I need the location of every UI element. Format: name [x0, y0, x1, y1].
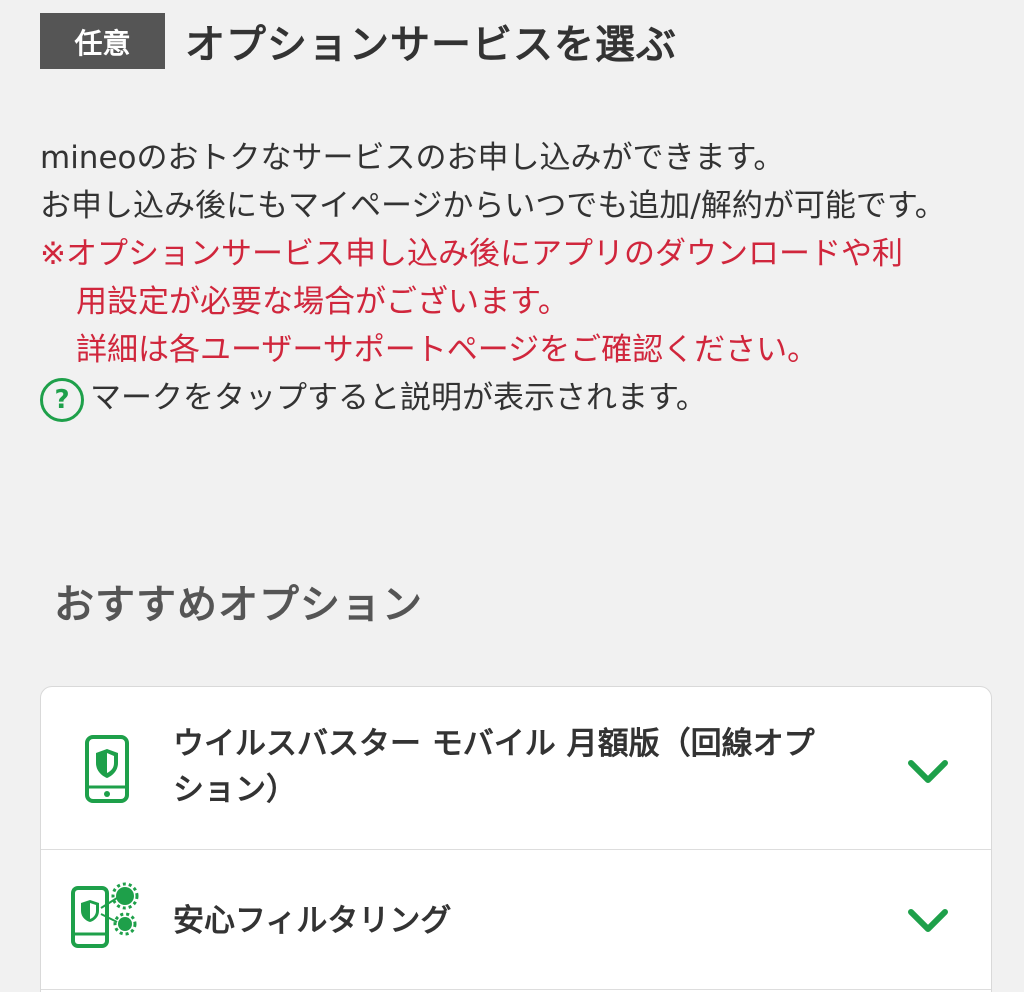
page: 任意 オプションサービスを選ぶ mineoのおトクなサービスのお申し込みができま… — [0, 0, 1024, 992]
warning-line: 用設定が必要な場合がございます。 — [76, 284, 569, 320]
intro-line: お申し込み後にもマイページからいつでも追加/解約が可能です。 — [40, 188, 946, 224]
option-label: 安心フィルタリング — [173, 903, 452, 939]
option-row-filtering[interactable]: 安心フィルタリング — [41, 850, 991, 990]
optional-badge: 任意 — [40, 13, 165, 69]
phone-filter-icon — [71, 882, 139, 948]
intro-line: mineoのおトクなサービスのお申し込みができます。 — [40, 140, 785, 176]
help-hint: ? マークをタップすると説明が表示されます。 — [40, 374, 990, 422]
help-question-icon: ? — [40, 378, 84, 422]
chevron-down-icon[interactable] — [907, 759, 949, 785]
warning-line: ※オプションサービス申し込み後にアプリのダウンロードや利 — [40, 236, 903, 272]
option-row-virusbuster[interactable]: ウイルスバスター モバイル 月額版（回線オプション） — [41, 687, 991, 850]
intro-text: mineoのおトクなサービスのお申し込みができます。 お申し込み後にもマイページ… — [40, 134, 990, 422]
chevron-down-icon[interactable] — [907, 908, 949, 934]
warning-line: 詳細は各ユーザーサポートページをご確認ください。 — [76, 332, 819, 368]
section-title: オプションサービスを選ぶ — [185, 22, 677, 68]
help-hint-text: マークをタップすると説明が表示されます。 — [90, 380, 707, 416]
option-label: ウイルスバスター モバイル 月額版（回線オプション） — [173, 726, 815, 808]
section-header: 任意 オプションサービスを選ぶ — [40, 12, 677, 70]
phone-shield-icon — [85, 735, 129, 803]
recommended-options-heading: おすすめオプション — [54, 582, 423, 628]
options-card: ウイルスバスター モバイル 月額版（回線オプション） 安心フィルタリング — [40, 686, 992, 992]
